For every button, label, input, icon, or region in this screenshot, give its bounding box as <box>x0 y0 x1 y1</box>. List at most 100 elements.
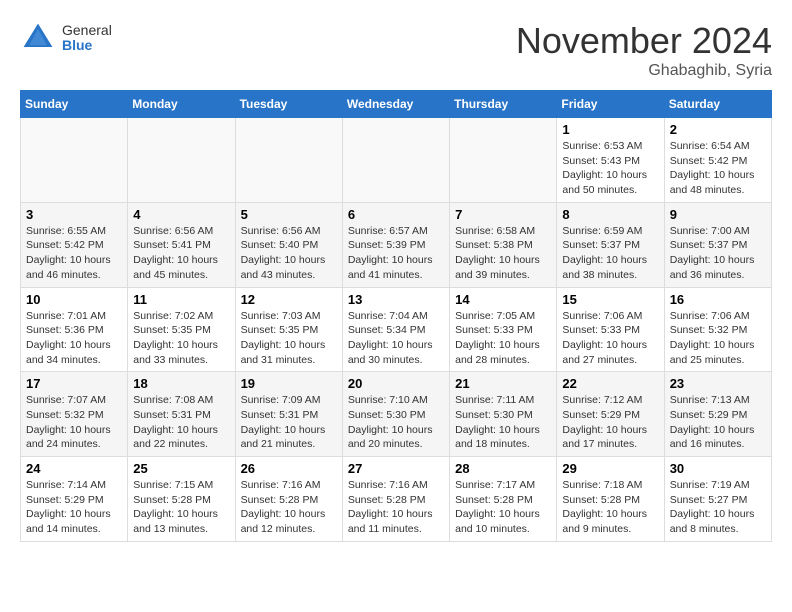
weekday-header: Thursday <box>450 91 557 118</box>
day-number: 25 <box>133 461 229 476</box>
day-number: 20 <box>348 376 444 391</box>
logo: General Blue <box>20 20 112 56</box>
day-number: 7 <box>455 207 551 222</box>
day-info: Sunrise: 7:17 AM Sunset: 5:28 PM Dayligh… <box>455 478 551 537</box>
day-info: Sunrise: 7:16 AM Sunset: 5:28 PM Dayligh… <box>241 478 337 537</box>
day-info: Sunrise: 6:55 AM Sunset: 5:42 PM Dayligh… <box>26 224 122 283</box>
day-number: 5 <box>241 207 337 222</box>
day-number: 2 <box>670 122 766 137</box>
day-number: 3 <box>26 207 122 222</box>
calendar-cell: 30Sunrise: 7:19 AM Sunset: 5:27 PM Dayli… <box>664 457 771 542</box>
day-info: Sunrise: 7:10 AM Sunset: 5:30 PM Dayligh… <box>348 393 444 452</box>
calendar-cell: 10 Sunrise: 7:01 AM Sunset: 5:36 PM Dayli… <box>21 287 128 372</box>
calendar-cell: 18Sunrise: 7:08 AM Sunset: 5:31 PM Dayli… <box>128 372 235 457</box>
calendar-cell: 8Sunrise: 6:59 AM Sunset: 5:37 PM Daylig… <box>557 202 664 287</box>
calendar-cell: 24Sunrise: 7:14 AM Sunset: 5:29 PM Dayli… <box>21 457 128 542</box>
day-info: Sunrise: 7:08 AM Sunset: 5:31 PM Dayligh… <box>133 393 229 452</box>
day-number: 9 <box>670 207 766 222</box>
day-info: Sunrise: 7:13 AM Sunset: 5:29 PM Dayligh… <box>670 393 766 452</box>
day-number: 1 <box>562 122 658 137</box>
calendar-cell: 16 Sunrise: 7:06 AM Sunset: 5:32 PM Dayli… <box>664 287 771 372</box>
day-info: Sunrise: 7:16 AM Sunset: 5:28 PM Dayligh… <box>348 478 444 537</box>
logo-text: General Blue <box>62 23 112 54</box>
day-number: 17 <box>26 376 122 391</box>
day-number: 12 <box>241 292 337 307</box>
day-info: Sunrise: 7:03 AM Sunset: 5:35 PM Dayligh… <box>241 309 337 368</box>
calendar-cell: 26 Sunrise: 7:16 AM Sunset: 5:28 PM Dayli… <box>235 457 342 542</box>
day-number: 22 <box>562 376 658 391</box>
calendar-cell <box>342 118 449 203</box>
day-info: Sunrise: 7:04 AM Sunset: 5:34 PM Dayligh… <box>348 309 444 368</box>
page-header: General Blue November 2024 Ghabaghib, Sy… <box>20 20 772 80</box>
calendar-cell: 5 Sunrise: 6:56 AM Sunset: 5:40 PM Daylig… <box>235 202 342 287</box>
calendar-cell: 21 Sunrise: 7:11 AM Sunset: 5:30 PM Dayli… <box>450 372 557 457</box>
day-number: 16 <box>670 292 766 307</box>
calendar-cell <box>235 118 342 203</box>
day-info: Sunrise: 7:06 AM Sunset: 5:32 PM Dayligh… <box>670 309 766 368</box>
calendar-cell: 22 Sunrise: 7:12 AM Sunset: 5:29 PM Dayli… <box>557 372 664 457</box>
weekday-header-row: SundayMondayTuesdayWednesdayThursdayFrid… <box>21 91 772 118</box>
calendar-week-row: 1 Sunrise: 6:53 AM Sunset: 5:43 PM Daylig… <box>21 118 772 203</box>
month-title: November 2024 <box>516 20 772 62</box>
day-number: 14 <box>455 292 551 307</box>
day-info: Sunrise: 6:53 AM Sunset: 5:43 PM Dayligh… <box>562 139 658 198</box>
day-number: 13 <box>348 292 444 307</box>
calendar-cell: 20 Sunrise: 7:10 AM Sunset: 5:30 PM Dayli… <box>342 372 449 457</box>
day-number: 29 <box>562 461 658 476</box>
day-number: 27 <box>348 461 444 476</box>
logo-general: General <box>62 23 112 38</box>
weekday-header: Sunday <box>21 91 128 118</box>
calendar-week-row: 24Sunrise: 7:14 AM Sunset: 5:29 PM Dayli… <box>21 457 772 542</box>
day-info: Sunrise: 6:59 AM Sunset: 5:37 PM Dayligh… <box>562 224 658 283</box>
day-info: Sunrise: 7:05 AM Sunset: 5:33 PM Dayligh… <box>455 309 551 368</box>
calendar-cell: 23 Sunrise: 7:13 AM Sunset: 5:29 PM Dayli… <box>664 372 771 457</box>
calendar-cell: 4 Sunrise: 6:56 AM Sunset: 5:41 PM Daylig… <box>128 202 235 287</box>
calendar-cell: 17Sunrise: 7:07 AM Sunset: 5:32 PM Dayli… <box>21 372 128 457</box>
weekday-header: Monday <box>128 91 235 118</box>
calendar-week-row: 17Sunrise: 7:07 AM Sunset: 5:32 PM Dayli… <box>21 372 772 457</box>
calendar-table: SundayMondayTuesdayWednesdayThursdayFrid… <box>20 90 772 542</box>
day-number: 4 <box>133 207 229 222</box>
day-number: 28 <box>455 461 551 476</box>
location: Ghabaghib, Syria <box>516 62 772 80</box>
day-number: 23 <box>670 376 766 391</box>
calendar-cell: 7 Sunrise: 6:58 AM Sunset: 5:38 PM Daylig… <box>450 202 557 287</box>
weekday-header: Wednesday <box>342 91 449 118</box>
day-number: 30 <box>670 461 766 476</box>
calendar-cell: 3 Sunrise: 6:55 AM Sunset: 5:42 PM Daylig… <box>21 202 128 287</box>
calendar-cell: 14 Sunrise: 7:05 AM Sunset: 5:33 PM Dayli… <box>450 287 557 372</box>
calendar-cell: 28 Sunrise: 7:17 AM Sunset: 5:28 PM Dayli… <box>450 457 557 542</box>
calendar-cell: 2 Sunrise: 6:54 AM Sunset: 5:42 PM Daylig… <box>664 118 771 203</box>
day-info: Sunrise: 7:01 AM Sunset: 5:36 PM Dayligh… <box>26 309 122 368</box>
calendar-cell: 15Sunrise: 7:06 AM Sunset: 5:33 PM Dayli… <box>557 287 664 372</box>
weekday-header: Friday <box>557 91 664 118</box>
logo-blue: Blue <box>62 38 112 53</box>
day-info: Sunrise: 7:18 AM Sunset: 5:28 PM Dayligh… <box>562 478 658 537</box>
calendar-cell <box>128 118 235 203</box>
day-number: 10 <box>26 292 122 307</box>
day-number: 26 <box>241 461 337 476</box>
calendar-cell: 29 Sunrise: 7:18 AM Sunset: 5:28 PM Dayli… <box>557 457 664 542</box>
day-info: Sunrise: 7:00 AM Sunset: 5:37 PM Dayligh… <box>670 224 766 283</box>
title-block: November 2024 Ghabaghib, Syria <box>516 20 772 80</box>
calendar-cell: 25 Sunrise: 7:15 AM Sunset: 5:28 PM Dayli… <box>128 457 235 542</box>
day-info: Sunrise: 6:54 AM Sunset: 5:42 PM Dayligh… <box>670 139 766 198</box>
day-info: Sunrise: 7:12 AM Sunset: 5:29 PM Dayligh… <box>562 393 658 452</box>
calendar-cell: 19Sunrise: 7:09 AM Sunset: 5:31 PM Dayli… <box>235 372 342 457</box>
calendar-cell: 1 Sunrise: 6:53 AM Sunset: 5:43 PM Daylig… <box>557 118 664 203</box>
weekday-header: Tuesday <box>235 91 342 118</box>
calendar-cell: 6Sunrise: 6:57 AM Sunset: 5:39 PM Daylig… <box>342 202 449 287</box>
day-number: 21 <box>455 376 551 391</box>
calendar-cell: 12 Sunrise: 7:03 AM Sunset: 5:35 PM Dayli… <box>235 287 342 372</box>
day-info: Sunrise: 6:56 AM Sunset: 5:41 PM Dayligh… <box>133 224 229 283</box>
calendar-cell: 27 Sunrise: 7:16 AM Sunset: 5:28 PM Dayli… <box>342 457 449 542</box>
day-info: Sunrise: 7:11 AM Sunset: 5:30 PM Dayligh… <box>455 393 551 452</box>
calendar-cell <box>21 118 128 203</box>
day-info: Sunrise: 6:56 AM Sunset: 5:40 PM Dayligh… <box>241 224 337 283</box>
day-number: 11 <box>133 292 229 307</box>
day-info: Sunrise: 6:58 AM Sunset: 5:38 PM Dayligh… <box>455 224 551 283</box>
day-number: 6 <box>348 207 444 222</box>
calendar-cell: 11Sunrise: 7:02 AM Sunset: 5:35 PM Dayli… <box>128 287 235 372</box>
day-info: Sunrise: 7:15 AM Sunset: 5:28 PM Dayligh… <box>133 478 229 537</box>
weekday-header: Saturday <box>664 91 771 118</box>
